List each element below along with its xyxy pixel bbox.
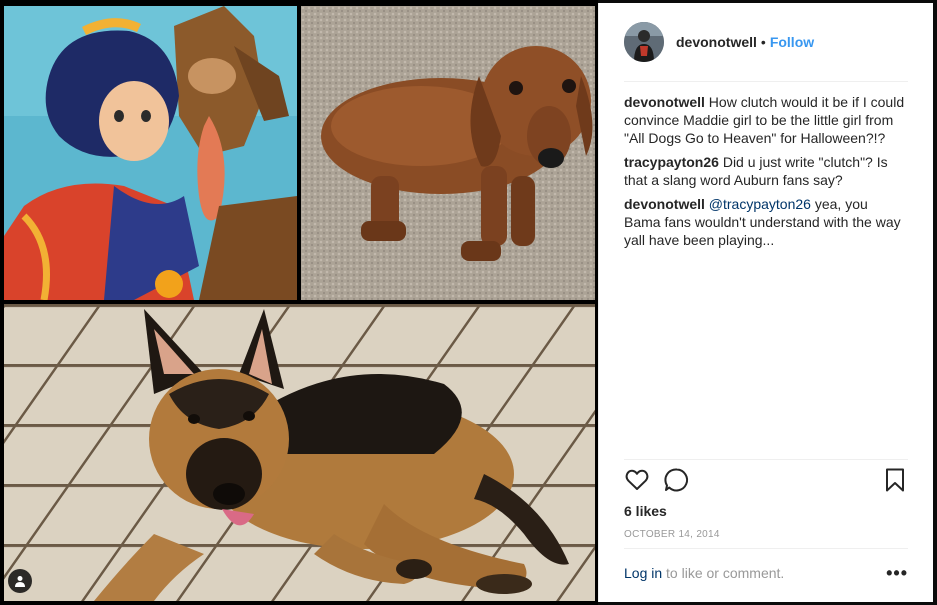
post-date[interactable]: OCTOBER 14, 2014 — [624, 529, 720, 540]
comment-username[interactable]: tracypayton26 — [624, 154, 719, 170]
cartoon-image — [4, 6, 297, 300]
actions-divider — [624, 459, 908, 460]
follow-button[interactable]: Follow — [770, 34, 814, 50]
bookmark-icon — [886, 468, 904, 492]
caption-comment: devonotwell How clutch would it be if I … — [624, 93, 908, 147]
comment-item: tracypayton26 Did u just write "clutch"?… — [624, 153, 908, 189]
comment-button[interactable] — [664, 467, 690, 493]
more-options-button[interactable]: ••• — [886, 563, 908, 584]
comments-list: devonotwell How clutch would it be if I … — [624, 93, 908, 255]
avatar[interactable] — [624, 22, 664, 62]
save-button[interactable] — [882, 467, 908, 493]
like-button[interactable] — [624, 467, 650, 493]
header-divider — [624, 81, 908, 82]
user-tag-icon — [15, 576, 25, 587]
post-header: devonotwell • Follow — [599, 3, 933, 81]
heart-icon — [625, 469, 649, 490]
action-bar — [624, 467, 908, 501]
profile-photo — [624, 22, 664, 62]
comment-bubble-icon — [664, 468, 689, 492]
comment-username[interactable]: devonotwell — [624, 196, 705, 212]
post-details-panel: devonotwell • Follow devonotwell How clu… — [598, 3, 933, 602]
comment-item: devonotwell @tracypayton26 yea, you Bama… — [624, 195, 908, 249]
likes-count[interactable]: 6 likes — [624, 503, 667, 519]
dachshund-photo — [301, 6, 595, 300]
separator-dot: • — [760, 34, 766, 50]
comment-mention[interactable]: @tracypayton26 — [709, 196, 811, 212]
login-prompt: Log in to like or comment. ••• — [624, 563, 908, 587]
login-prompt-text: to like or comment. — [666, 565, 785, 581]
tagged-users-button[interactable] — [8, 569, 32, 593]
login-link[interactable]: Log in — [624, 565, 662, 581]
post-media[interactable] — [0, 0, 598, 605]
footer-divider — [624, 548, 908, 549]
comment-username[interactable]: devonotwell — [624, 94, 705, 110]
german-shepherd-photo — [4, 304, 595, 601]
post-username[interactable]: devonotwell — [676, 34, 757, 50]
